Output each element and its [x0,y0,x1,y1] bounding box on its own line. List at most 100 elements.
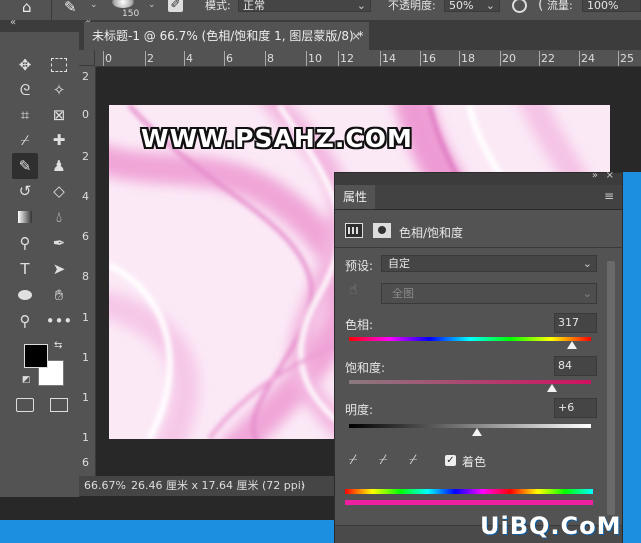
saturation-input[interactable]: 84 [554,356,597,376]
crop-tool-icon[interactable]: ⌗ [12,102,38,128]
brush-preview-icon[interactable] [112,0,134,8]
eyedropper-plus-icon[interactable]: ⌿ [379,452,387,468]
ruler-tick-label: 10 [308,52,322,65]
panel-header: » × [335,170,622,185]
zoom-tool-icon[interactable]: ⚲ [12,308,38,334]
opacity-label: 不透明度: [388,0,436,12]
panel-menu-icon[interactable]: ≡ [604,189,614,203]
pen-tool-icon[interactable]: ✒ [46,230,72,256]
hue-value: 317 [558,316,579,329]
document-tab[interactable]: 未标题-1 @ 66.7% (色相/饱和度 1, 图层蒙版/8) * × [84,22,369,50]
ruler-tick-label: 1 [82,391,89,404]
type-tool-icon[interactable]: T [12,256,38,282]
preset-select[interactable]: 自定 ⌄ [381,255,597,272]
ruler-tick-label: 6 [226,52,233,65]
path-selection-tool-icon[interactable]: ➤ [46,256,72,282]
flow-label: 流量: [547,0,573,12]
brush-tool-icon[interactable]: ✎ [12,153,38,179]
ruler-tick-label: 0 [105,52,112,65]
gradient-tool-icon[interactable] [12,204,38,230]
brush-tool-preset-icon[interactable]: ✎ [64,0,77,16]
options-bar: ⌂ ✎ ⌄ 150 ⌄ ✐ 模式: 正常 ⌄ 不透明度: 50% ⌄ ( 流量: 1… [0,0,641,20]
brush-settings-icon[interactable]: ✐ [168,0,183,12]
hue-input[interactable]: 317 [554,313,597,333]
quick-mask-icon[interactable] [16,398,34,412]
ruler-horizontal[interactable]: 202468101214161820222425 [79,50,641,67]
taskbar-strip [0,520,334,543]
screen-mode-icon[interactable] [50,398,68,412]
flow-value: 100% [587,0,619,12]
clone-stamp-tool-icon[interactable]: ♟ [46,153,72,179]
default-colors-icon[interactable]: ◩ [22,375,31,385]
separator [51,0,52,20]
ruler-tick-mark [380,51,381,66]
right-blue-strip [623,172,641,543]
preset-value: 自定 [388,257,410,270]
foreground-color-swatch[interactable] [24,344,48,368]
move-tool-icon[interactable]: ✥ [12,52,38,78]
saturation-label: 饱和度: [345,361,386,375]
panel-scrollbar[interactable] [607,261,615,515]
eyedropper-icon[interactable]: ⌿ [349,452,357,468]
ruler-corner [79,50,95,66]
ruler-tick-label: 8 [267,52,274,65]
hand-tool-icon[interactable]: ✋︎ [46,282,72,308]
ruler-tick-label: 18 [461,52,475,65]
targeted-adjustment-hand-icon[interactable]: ☝︎ [349,282,358,298]
ruler-tick-label: 6 [82,456,89,469]
colorize-checkbox[interactable]: ✓ [445,455,456,466]
healing-brush-tool-icon[interactable]: ✚ [46,127,72,153]
dodge-tool-icon[interactable]: ⚲ [12,230,38,256]
hue-slider-track[interactable] [349,337,591,341]
lightness-slider-track[interactable] [349,424,591,428]
blur-tool-icon[interactable]: 💧︎ [46,204,72,230]
ruler-tick-label: 22 [541,52,555,65]
magic-wand-tool-icon[interactable]: ✧ [46,77,72,103]
zoom-level[interactable]: 66.67% [84,476,126,496]
ruler-vertical[interactable]: 2 0 2 4 6 8 1 1 1 1 6 [79,66,96,476]
channel-value: 全图 [392,287,414,300]
home-icon[interactable]: ⌂ [22,0,44,15]
ruler-tick-label: 6 [82,230,89,243]
ruler-tick-mark [338,51,339,66]
channel-select[interactable]: 全图 ⌄ [381,283,597,304]
collapse-panel-icon[interactable]: » [592,170,598,181]
ruler-tick-mark [618,51,619,66]
more-tools-icon[interactable]: ••• [46,308,73,334]
marquee-tool-icon[interactable] [46,52,72,78]
frame-tool-icon[interactable]: ⊠ [46,102,72,128]
eraser-tool-icon[interactable]: ◇ [46,178,72,204]
document-tab-bar: « 未标题-1 @ 66.7% (色相/饱和度 1, 图层蒙版/8) * × [79,17,641,50]
flow-field[interactable]: 100% [582,0,641,12]
ellipse-tool-icon[interactable] [12,282,38,308]
document-info: 26.46 厘米 x 17.64 厘米 (72 ppi) [131,479,306,492]
layer-mask-icon[interactable] [373,223,391,238]
lightness-slider-thumb[interactable] [472,428,483,436]
chevron-down-icon[interactable]: ⌄ [148,0,156,10]
collapse-icon[interactable]: « [10,17,16,28]
lightness-value: +6 [558,401,575,414]
swap-colors-icon[interactable]: ⇆ [54,340,62,351]
eyedropper-tool-icon[interactable]: ⌿ [12,127,38,153]
status-menu-icon[interactable]: › [301,476,305,496]
history-brush-tool-icon[interactable]: ↺ [12,178,38,204]
hue-slider-thumb[interactable] [566,341,577,349]
input-color-spectrum [345,489,593,494]
close-tab-icon[interactable]: × [351,22,361,50]
ruler-tick-label: 25 [620,52,634,65]
eyedropper-minus-icon[interactable]: ⌿ [409,452,417,468]
properties-tab[interactable]: 属性 [335,185,375,209]
opacity-field[interactable]: 50% ⌄ [444,0,500,12]
lasso-tool-icon[interactable]: ᘓ [12,77,38,103]
mode-label: 模式: [205,0,231,12]
pressure-opacity-icon[interactable] [512,0,527,13]
close-panel-icon[interactable]: × [606,170,614,181]
ruler-tick-label: 8 [82,270,89,283]
lightness-input[interactable]: +6 [554,398,597,418]
mode-select[interactable]: 正常 ⌄ [238,0,371,12]
saturation-slider-thumb[interactable] [547,384,558,392]
ruler-tick-mark [145,51,146,66]
chevron-down-icon[interactable]: ⌄ [90,0,98,10]
document-title: 未标题-1 @ 66.7% (色相/饱和度 1, 图层蒙版/8) * [92,29,364,43]
adjustment-layer-icon[interactable] [345,223,363,238]
